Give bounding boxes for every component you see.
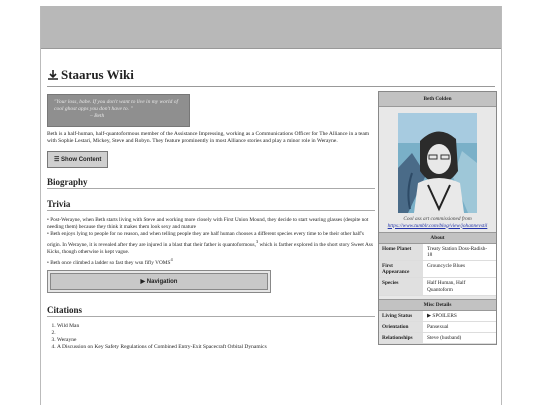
trivia-item: Post-Werayne, when Beth starts living wi… — [47, 217, 377, 231]
article-content: "Your loss, babe. If you don't want to l… — [47, 94, 377, 351]
citation-item[interactable]: A Discussion on Key Safety Regulations o… — [57, 344, 377, 351]
infobox-row: Living Status ▶ SPOILERS — [379, 310, 496, 323]
artist-link[interactable]: https://www.tumblr.com/blog/view/johanne… — [388, 223, 488, 229]
wiki-title[interactable]: Staarus Wiki — [61, 67, 134, 83]
show-content-button[interactable]: ☰ Show Content — [47, 151, 109, 169]
trivia-list: Post-Werayne, when Beth starts living wi… — [47, 217, 377, 267]
infobox-row: Orientation Pansexual — [379, 322, 496, 334]
infobox-row: First Appearance Grouncycle Blues — [379, 261, 496, 279]
infobox-row: Species Half Human, Half Quantoform — [379, 278, 496, 296]
section-biography: Biography — [47, 177, 375, 190]
infobox-about-header: About — [379, 232, 496, 244]
citation-item[interactable] — [57, 330, 377, 337]
citation-item[interactable]: Wild Man — [57, 323, 377, 330]
citation-item[interactable]: Werayne — [57, 337, 377, 344]
header-divider — [47, 86, 495, 87]
top-banner — [41, 6, 501, 49]
intro-paragraph: Beth is a half-human, half-quantoformous… — [47, 131, 370, 145]
wiki-logo-icon[interactable] — [47, 69, 59, 81]
infobox-row: Home Planet Treaty Station Doss-Radish-1… — [379, 244, 496, 262]
spoilers-toggle[interactable]: ▶ SPOILERS — [423, 311, 496, 321]
section-citations: Citations — [47, 305, 375, 317]
section-trivia: Trivia — [47, 199, 375, 212]
quote-box: "Your loss, babe. If you don't want to l… — [47, 94, 190, 127]
portrait-caption: Cool ass art commissioned from https://w… — [387, 216, 488, 229]
infobox-title: Beth Colden — [379, 92, 496, 107]
citations-list: Wild Man Werayne A Discussion on Key Saf… — [47, 323, 377, 351]
infobox-row: Relationships Steve (husband) — [379, 333, 496, 345]
infobox: Beth Colden Cool ass art commissioned fr… — [378, 91, 497, 346]
infobox-misc-header: Misc Details — [379, 298, 496, 311]
wiki-header: Staarus Wiki — [47, 66, 501, 84]
character-portrait-image[interactable] — [398, 113, 477, 213]
quote-attribution: – Beth — [90, 113, 105, 119]
trivia-item: Beth once climbed a ladder so fast they … — [47, 256, 377, 267]
quote-text: "Your loss, babe. If you don't want to l… — [54, 99, 178, 112]
page: Staarus Wiki "Your loss, babe. If you do… — [40, 6, 502, 405]
navigation-box[interactable]: ▶ Navigation — [47, 269, 271, 293]
trivia-item: Beth enjoys lying to people for no reaso… — [47, 231, 377, 256]
navigation-toggle[interactable]: ▶ Navigation — [50, 272, 268, 290]
